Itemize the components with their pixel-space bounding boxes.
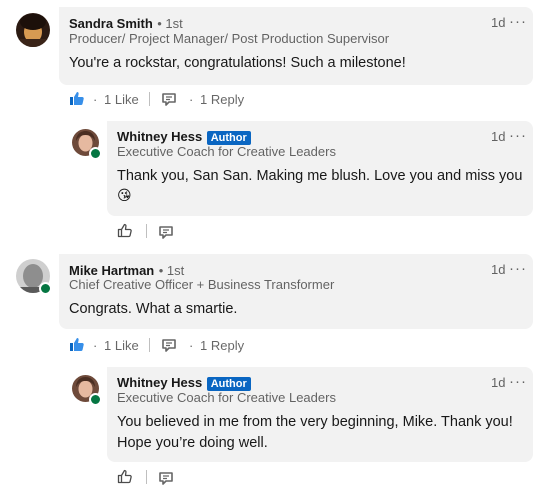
online-status-indicator xyxy=(89,393,102,406)
commenter-name[interactable]: Sandra Smith xyxy=(69,16,153,31)
action-divider xyxy=(146,470,147,484)
reply-text-line-1: You believed in me from the very beginni… xyxy=(117,414,513,430)
online-status-indicator xyxy=(89,147,102,160)
more-options-icon[interactable]: ··· xyxy=(509,13,527,30)
connection-degree: • 1st xyxy=(157,16,183,31)
like-button[interactable] xyxy=(69,90,85,106)
like-filled-icon xyxy=(70,338,84,351)
reply-timestamp: 1d xyxy=(491,129,506,144)
reply-icon xyxy=(159,226,173,239)
dot-separator: · xyxy=(93,338,98,353)
more-options-icon[interactable]: ··· xyxy=(509,373,527,390)
like-button[interactable] xyxy=(117,468,133,484)
dot-separator: · xyxy=(189,338,194,353)
comment-text: Congrats. What a smartie. xyxy=(69,301,238,317)
reply-button[interactable] xyxy=(161,91,177,107)
reply-count[interactable]: 1 Reply xyxy=(200,92,244,107)
more-options-icon[interactable]: ··· xyxy=(509,127,527,144)
connection-degree: • 1st xyxy=(158,263,185,278)
like-button[interactable] xyxy=(69,336,85,352)
reply-button[interactable] xyxy=(158,224,174,240)
action-divider xyxy=(149,92,150,106)
reply-icon xyxy=(162,93,176,106)
action-divider xyxy=(146,224,147,238)
online-status-indicator xyxy=(39,282,52,295)
dot-separator: · xyxy=(189,92,194,107)
reply-text: Thank you, San San. Making me blush. Lov… xyxy=(117,168,523,184)
reply-timestamp: 1d xyxy=(491,375,506,390)
action-divider xyxy=(149,338,150,352)
reply-icon xyxy=(159,472,173,485)
replier-name[interactable]: Whitney Hess xyxy=(117,129,202,144)
author-badge: Author xyxy=(206,131,251,145)
reply-icon xyxy=(162,339,176,352)
like-button[interactable] xyxy=(117,222,133,238)
replier-headline: Executive Coach for Creative Leaders xyxy=(117,144,336,159)
like-outline-icon xyxy=(117,223,132,238)
replier-name[interactable]: Whitney Hess xyxy=(117,375,202,390)
reply-button[interactable] xyxy=(161,337,177,353)
comment-timestamp: 1d xyxy=(491,15,506,30)
commenter-name[interactable]: Mike Hartman xyxy=(69,263,154,278)
reply-count[interactable]: 1 Reply xyxy=(200,338,244,353)
reply-button[interactable] xyxy=(158,470,174,486)
comment-timestamp: 1d xyxy=(491,262,506,277)
comment-text: You're a rockstar, congratulations! Such… xyxy=(69,55,406,71)
blowing-kiss-emoji: 😘 xyxy=(117,187,132,203)
author-badge: Author xyxy=(206,377,251,391)
commenter-headline: Producer/ Project Manager/ Post Producti… xyxy=(69,31,390,46)
like-count[interactable]: 1 Like xyxy=(104,338,139,353)
commenter-headline: Chief Creative Officer + Business Transf… xyxy=(69,277,335,292)
reply-text-line-2: Hope you’re doing well. xyxy=(117,435,268,451)
avatar-sandra-smith[interactable] xyxy=(16,13,50,47)
more-options-icon[interactable]: ··· xyxy=(509,260,527,277)
dot-separator: · xyxy=(93,92,98,107)
like-count[interactable]: 1 Like xyxy=(104,92,139,107)
avatar-photo xyxy=(16,13,50,47)
like-outline-icon xyxy=(117,469,132,484)
replier-headline: Executive Coach for Creative Leaders xyxy=(117,390,336,405)
like-filled-icon xyxy=(70,92,84,105)
